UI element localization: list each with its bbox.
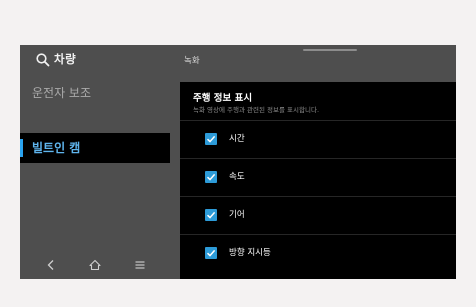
option-label: 방향 지시등	[229, 248, 271, 258]
check-icon	[206, 211, 216, 219]
bottom-nav-bar	[20, 251, 170, 279]
check-icon	[206, 249, 216, 257]
option-label: 기어	[229, 210, 245, 220]
option-row-speed[interactable]: 속도	[180, 158, 456, 196]
row-divider	[180, 234, 456, 235]
row-divider	[180, 158, 456, 159]
panel-title: 주행 정보 표시	[193, 93, 253, 104]
turn-signal-checkbox[interactable]	[205, 247, 217, 259]
row-divider	[180, 120, 456, 121]
panel-description: 녹화 영상에 주행과 관련된 정보를 표시합니다.	[193, 106, 320, 114]
sidebar-item-label: 운전자 보조	[32, 86, 92, 100]
check-icon	[206, 135, 216, 143]
sidebar-item-builtin-cam[interactable]: 빌트인 캠	[20, 133, 170, 163]
gear-checkbox[interactable]	[205, 209, 217, 221]
recording-tab-title: 녹화	[184, 56, 200, 66]
sidebar-item-label: 빌트인 캠	[32, 141, 81, 155]
option-row-time[interactable]: 시간	[180, 120, 456, 158]
search-title[interactable]: 차량	[54, 51, 76, 67]
option-label: 속도	[229, 172, 245, 182]
search-icon[interactable]	[35, 52, 51, 68]
driving-info-panel: 주행 정보 표시 녹화 영상에 주행과 관련된 정보를 표시합니다. 시간 속도…	[180, 82, 456, 279]
sidebar-item-driver-assist[interactable]: 운전자 보조	[20, 79, 170, 108]
back-icon[interactable]	[44, 258, 58, 272]
active-indicator	[20, 139, 23, 157]
home-icon[interactable]	[88, 258, 102, 272]
time-checkbox[interactable]	[205, 133, 217, 145]
menu-icon[interactable]	[133, 258, 147, 272]
option-row-turn-signal[interactable]: 방향 지시등	[180, 234, 456, 272]
drag-handle[interactable]	[303, 49, 357, 51]
speed-checkbox[interactable]	[205, 171, 217, 183]
check-icon	[206, 173, 216, 181]
vehicle-settings-screen: 차량 녹화 운전자 보조 빌트인 캠 주행 정보 표시 녹화 영상에 주행과 관…	[20, 45, 456, 279]
option-label: 시간	[229, 134, 245, 144]
row-divider	[180, 196, 456, 197]
top-bar: 차량 녹화	[20, 45, 456, 75]
option-row-gear[interactable]: 기어	[180, 196, 456, 234]
sidebar: 운전자 보조 빌트인 캠	[20, 75, 170, 261]
